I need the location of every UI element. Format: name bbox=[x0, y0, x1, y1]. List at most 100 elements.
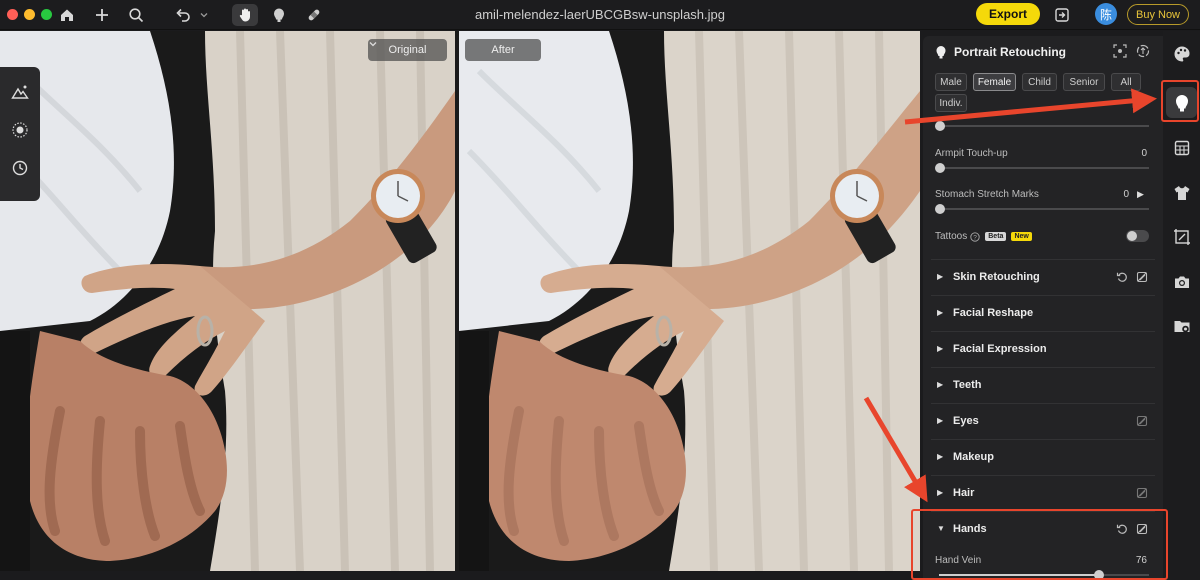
crop-icon[interactable] bbox=[1171, 226, 1193, 248]
caret-right-icon: ▶ bbox=[937, 344, 944, 353]
disable-icon[interactable] bbox=[1135, 522, 1149, 536]
portrait-icon[interactable] bbox=[268, 4, 290, 26]
minimize-window-button[interactable] bbox=[24, 9, 35, 20]
section-hair[interactable]: ▶ Hair bbox=[931, 475, 1155, 509]
section-hands[interactable]: ▼ Hands bbox=[931, 511, 1155, 545]
landscape-ai-icon[interactable] bbox=[9, 81, 31, 103]
hand-icon[interactable] bbox=[232, 4, 258, 26]
reset-icon[interactable] bbox=[1115, 270, 1129, 284]
after-photo: After bbox=[459, 31, 920, 571]
stomach-slider-track[interactable] bbox=[939, 208, 1149, 210]
hand-vein-label: Hand Vein bbox=[935, 555, 982, 566]
caret-right-icon: ▶ bbox=[937, 272, 944, 281]
section-facial-expression[interactable]: ▶ Facial Expression bbox=[931, 331, 1155, 365]
chevron-down-icon[interactable] bbox=[196, 4, 212, 26]
section-label: Skin Retouching bbox=[953, 270, 1040, 283]
search-icon[interactable] bbox=[125, 4, 147, 26]
camera-icon[interactable] bbox=[1171, 271, 1193, 293]
stomach-slider-knob[interactable] bbox=[935, 204, 945, 214]
layers-grid-icon[interactable] bbox=[1171, 137, 1193, 159]
beta-badge: Beta bbox=[985, 232, 1007, 241]
original-label: Original bbox=[388, 44, 427, 56]
home-icon[interactable] bbox=[56, 4, 78, 26]
face-detect-icon[interactable] bbox=[1113, 44, 1127, 58]
export-button[interactable]: Export bbox=[976, 3, 1040, 25]
section-teeth[interactable]: ▶ Teeth bbox=[931, 367, 1155, 401]
section-label: Hands bbox=[953, 522, 987, 535]
chip-individual[interactable]: Indiv. bbox=[935, 94, 967, 112]
armpit-label: Armpit Touch-up bbox=[935, 148, 1008, 159]
section-label: Facial Reshape bbox=[953, 306, 1034, 319]
section-makeup[interactable]: ▶ Makeup bbox=[931, 439, 1155, 473]
caret-right-icon: ▶ bbox=[937, 416, 944, 425]
tattoos-row: Tattoos ? Beta New bbox=[935, 231, 1032, 242]
section-label: Hair bbox=[953, 486, 975, 499]
plus-icon[interactable] bbox=[91, 4, 113, 26]
panel-title: Portrait Retouching bbox=[954, 45, 1067, 59]
hand-vein-slider-fill bbox=[939, 574, 1099, 576]
help-icon[interactable]: ? bbox=[970, 231, 980, 242]
original-dropdown[interactable]: Original bbox=[368, 39, 447, 61]
play-triangle-icon[interactable]: ▶ bbox=[1137, 189, 1144, 200]
section-eyes[interactable]: ▶ Eyes bbox=[931, 403, 1155, 437]
disable-icon[interactable] bbox=[1135, 414, 1149, 428]
section-label: Eyes bbox=[953, 414, 979, 427]
new-badge: New bbox=[1011, 232, 1032, 241]
reset-icon[interactable] bbox=[1115, 522, 1129, 536]
title-bar: amil-melendez-laerUBCGBsw-unsplash.jpg E… bbox=[0, 0, 1200, 30]
after-label: After bbox=[491, 44, 515, 56]
chip-senior[interactable]: Senior bbox=[1063, 73, 1105, 91]
palette-icon[interactable] bbox=[1171, 43, 1193, 65]
after-label-pill: After bbox=[465, 39, 541, 61]
import-icon[interactable] bbox=[1051, 4, 1073, 26]
armpit-slider-track[interactable] bbox=[939, 167, 1149, 169]
photo-canvas[interactable]: Original After bbox=[0, 31, 920, 571]
section-label: Teeth bbox=[953, 378, 982, 391]
stomach-label: Stomach Stretch Marks bbox=[935, 189, 1039, 200]
hand-vein-slider-knob[interactable] bbox=[1093, 570, 1104, 580]
right-tool-strip bbox=[1163, 31, 1200, 580]
armpit-value: 0 bbox=[1141, 148, 1147, 159]
close-window-button[interactable] bbox=[7, 9, 18, 20]
left-tool-strip bbox=[0, 67, 40, 201]
grain-icon[interactable] bbox=[9, 119, 31, 141]
chip-all[interactable]: All bbox=[1111, 73, 1141, 91]
undo-icon[interactable] bbox=[172, 4, 194, 26]
sync-settings-icon[interactable] bbox=[1136, 44, 1150, 58]
stomach-value: 0 bbox=[1123, 189, 1129, 200]
slider-track[interactable] bbox=[939, 125, 1149, 127]
app-window: amil-melendez-laerUBCGBsw-unsplash.jpg E… bbox=[0, 0, 1200, 580]
section-label: Facial Expression bbox=[953, 342, 1047, 355]
section-facial-reshape[interactable]: ▶ Facial Reshape bbox=[931, 295, 1155, 329]
original-photo: Original bbox=[0, 31, 455, 571]
toggle-knob bbox=[1127, 231, 1137, 241]
armpit-slider-knob[interactable] bbox=[935, 163, 945, 173]
caret-right-icon: ▶ bbox=[937, 380, 944, 389]
user-avatar[interactable]: 陈 bbox=[1095, 3, 1117, 25]
tshirt-icon[interactable] bbox=[1171, 182, 1193, 204]
chevron-down-icon bbox=[369, 42, 377, 47]
bandage-icon[interactable] bbox=[303, 4, 325, 26]
caret-down-icon: ▼ bbox=[937, 524, 945, 533]
section-skin-retouching[interactable]: ▶ Skin Retouching bbox=[931, 259, 1155, 293]
portrait-retouching-panel: Portrait Retouching Male Female Child Se… bbox=[923, 36, 1163, 580]
chip-child[interactable]: Child bbox=[1022, 73, 1057, 91]
caret-right-icon: ▶ bbox=[937, 488, 944, 497]
history-icon[interactable] bbox=[9, 157, 31, 179]
disable-icon[interactable] bbox=[1135, 270, 1149, 284]
hand-vein-value: 76 bbox=[1135, 555, 1147, 566]
face-icon[interactable] bbox=[1166, 87, 1197, 118]
tattoos-toggle[interactable] bbox=[1126, 230, 1149, 242]
slider-knob[interactable] bbox=[935, 121, 945, 131]
section-label: Makeup bbox=[953, 450, 994, 463]
caret-right-icon: ▶ bbox=[937, 308, 944, 317]
tattoos-label: Tattoos bbox=[935, 231, 968, 242]
chip-male[interactable]: Male bbox=[935, 73, 967, 91]
buy-now-button[interactable]: Buy Now bbox=[1127, 4, 1189, 25]
disable-icon[interactable] bbox=[1135, 486, 1149, 500]
chip-female[interactable]: Female bbox=[973, 73, 1016, 91]
zoom-window-button[interactable] bbox=[41, 9, 52, 20]
folder-eye-icon[interactable] bbox=[1171, 315, 1193, 337]
svg-text:?: ? bbox=[973, 234, 977, 241]
caret-right-icon: ▶ bbox=[937, 452, 944, 461]
